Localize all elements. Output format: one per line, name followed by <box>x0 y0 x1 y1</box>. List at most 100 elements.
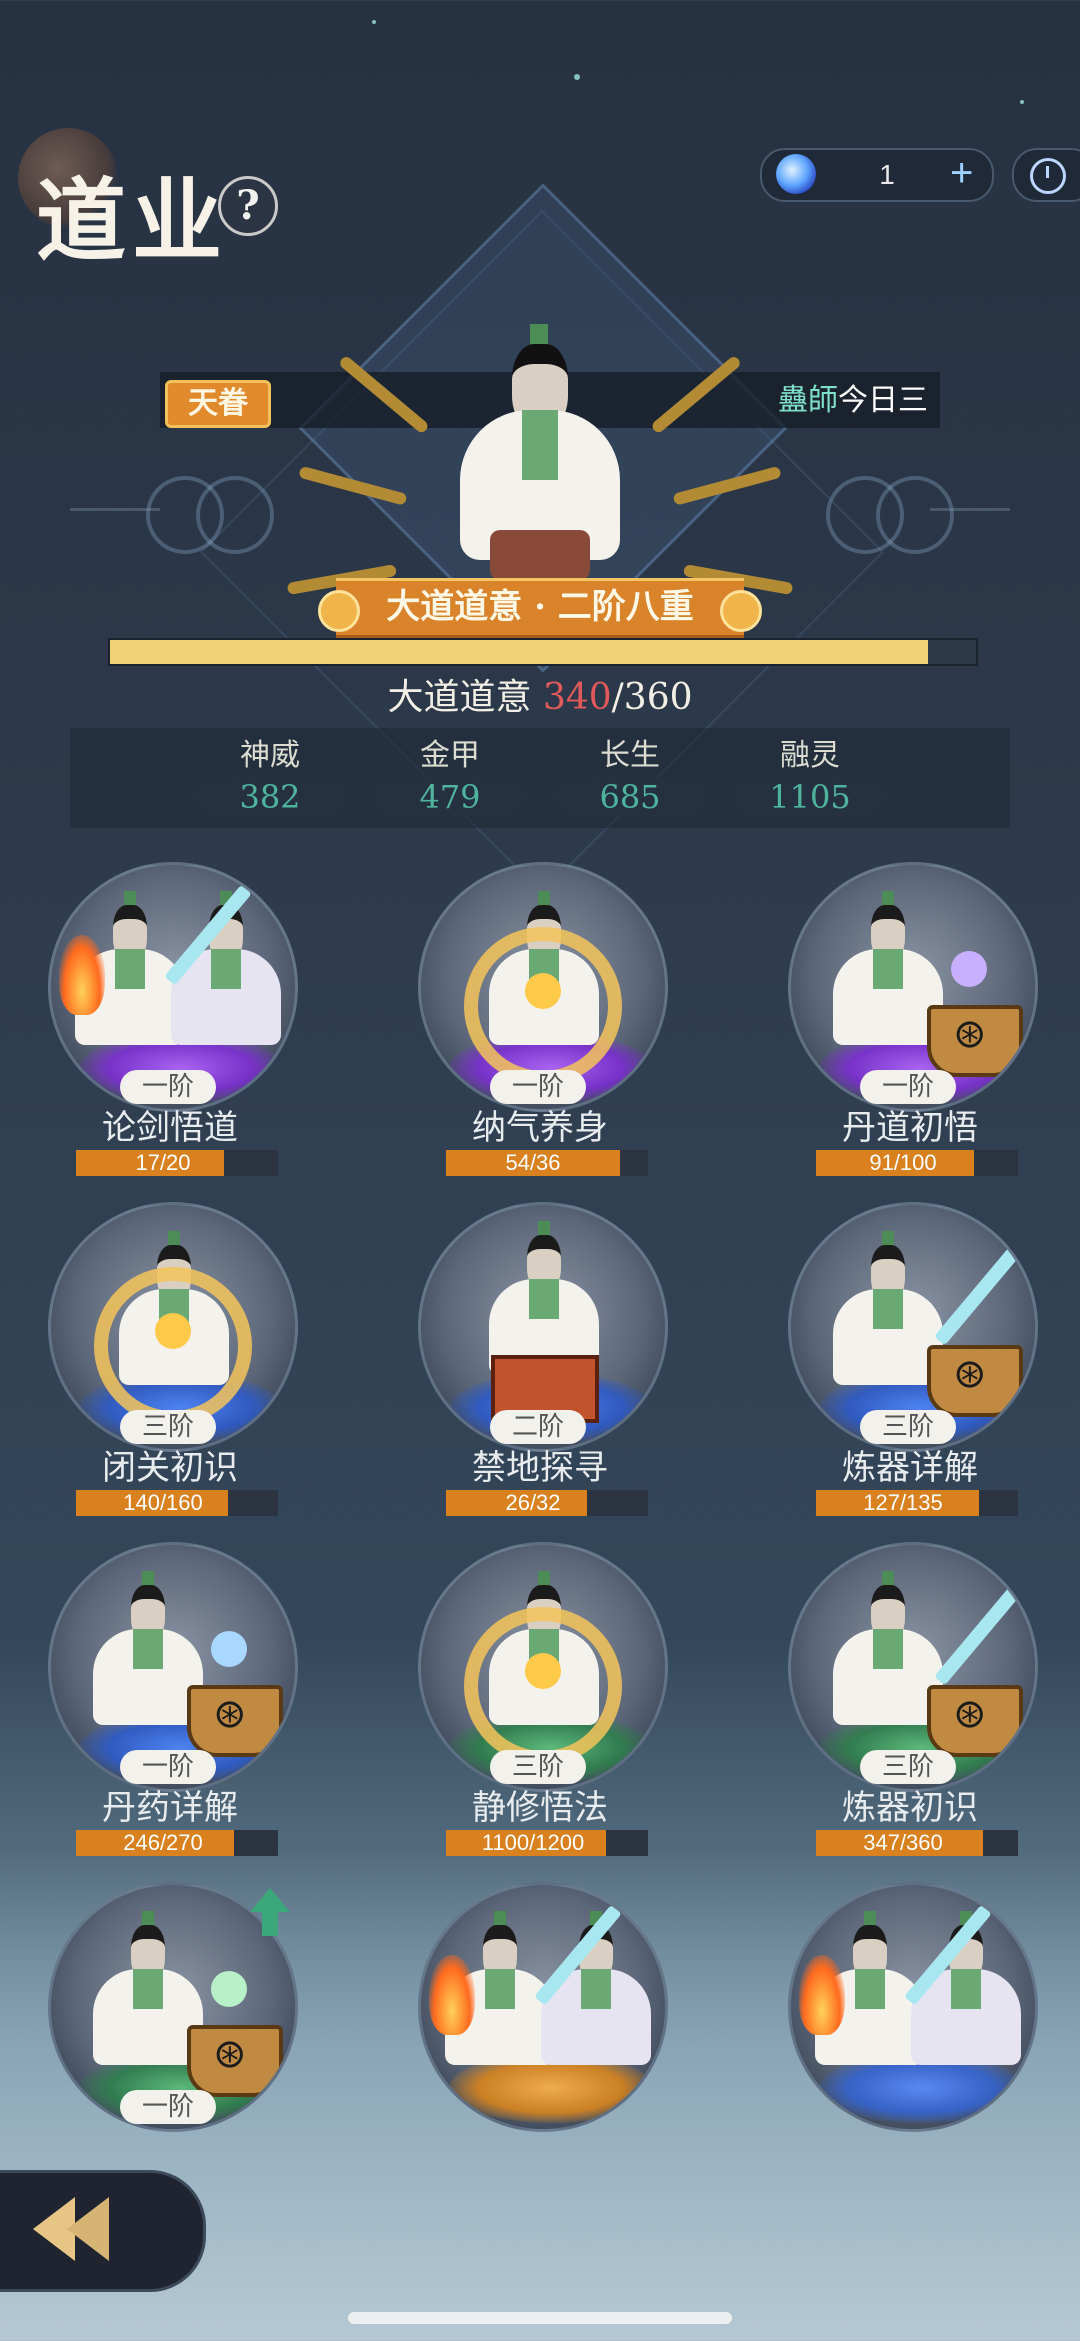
skill-progress-bar: 1100/1200 <box>446 1830 648 1856</box>
main-progress-separator: / <box>611 677 624 718</box>
skill-tier-badge: 二阶 <box>490 1410 586 1444</box>
back-button[interactable] <box>0 2170 206 2292</box>
stat-label: 融灵 <box>780 738 840 773</box>
skill-name: 闭关初识 <box>102 1448 238 1488</box>
clock-icon <box>1030 158 1066 194</box>
skill-progress-bar: 54/36 <box>446 1150 648 1176</box>
skill-progress-text: 127/135 <box>863 1490 943 1515</box>
page-title: 道业 <box>36 168 228 274</box>
skill-progress-text: 140/160 <box>123 1490 203 1515</box>
fire-icon <box>59 935 105 1015</box>
skill-name: 炼器初识 <box>842 1788 978 1828</box>
stat-rongling: 融灵 1105 <box>730 734 890 816</box>
skill-card[interactable] <box>410 1882 670 2182</box>
cauldron-icon <box>927 1345 1023 1417</box>
skill-portrait <box>788 1882 1038 2132</box>
skill-progress-text: 1100/1200 <box>481 1830 585 1855</box>
skill-progress-bar: 26/32 <box>446 1490 648 1516</box>
upgrade-arrow-icon <box>250 1888 290 1940</box>
stat-label: 神威 <box>240 738 300 773</box>
announcement-prefix: 蠱師 <box>778 383 838 418</box>
help-button[interactable]: ? <box>218 176 278 236</box>
elixir-orb-icon <box>211 1971 247 2007</box>
skill-name: 纳气养身 <box>472 1108 608 1148</box>
skill-progress-text: 246/270 <box>123 1830 203 1855</box>
cultivator-portrait <box>286 320 794 596</box>
skill-tier-badge: 一阶 <box>120 1070 216 1104</box>
stat-jinjia: 金甲 479 <box>370 734 530 816</box>
crescent-moon-icon <box>196 476 274 554</box>
main-progress-current: 340 <box>542 677 612 718</box>
elixir-orb-icon <box>951 951 987 987</box>
main-progress-fill <box>110 640 928 664</box>
skill-card[interactable] <box>780 1882 1040 2182</box>
skill-progress-bar: 17/20 <box>76 1150 278 1176</box>
spirit-gem-icon <box>776 154 816 194</box>
main-progress-label: 大道道意 <box>387 677 532 718</box>
skill-card[interactable]: 三阶 静修悟法 1100/1200 <box>410 1542 670 1856</box>
skill-progress-text: 54/36 <box>505 1150 561 1175</box>
qi-orb-icon <box>155 1313 191 1349</box>
main-progress-max: 360 <box>623 677 693 718</box>
skill-card[interactable]: 一阶丹药详解246/270 <box>40 1542 300 1856</box>
cauldron-icon <box>927 1005 1023 1077</box>
skill-name: 禁地探寻 <box>472 1448 608 1488</box>
currency-display: 1 + <box>760 148 994 202</box>
skill-tier-badge: 一阶 <box>120 2090 216 2124</box>
skill-name: 炼器详解 <box>842 1448 978 1488</box>
skill-name: 论剑悟道 <box>102 1108 238 1148</box>
crescent-moon-icon <box>876 476 954 554</box>
skill-progress-text: 17/20 <box>135 1150 191 1175</box>
sword-icon <box>934 1584 1022 1686</box>
back-arrow-icon <box>33 2197 143 2261</box>
skill-tier-badge: 三阶 <box>120 1410 216 1444</box>
skill-name: 丹药详解 <box>102 1788 238 1828</box>
main-progress-bar <box>108 638 978 666</box>
skill-card[interactable]: 三阶炼器初识347/360 <box>780 1542 1040 1856</box>
home-indicator[interactable] <box>348 2312 732 2324</box>
cauldron-icon <box>187 2025 283 2097</box>
skill-card[interactable]: 三阶炼器详解127/135 <box>780 1202 1040 1516</box>
skill-tier-badge: 三阶 <box>860 1410 956 1444</box>
cauldron-icon <box>927 1685 1023 1757</box>
skill-card[interactable]: 二阶禁地探寻 26/32 <box>410 1202 670 1516</box>
skill-card[interactable]: 三阶闭关初识 140/160 <box>40 1202 300 1516</box>
tianjuan-tag[interactable]: 天眷 <box>165 380 271 428</box>
star-decoration <box>372 20 376 24</box>
announcement-text: 蠱師今日三 <box>778 380 948 422</box>
skill-tier-badge: 一阶 <box>120 1750 216 1784</box>
skill-card[interactable]: 一阶纳气养身 54/36 <box>410 862 670 1176</box>
skill-name: 丹道初悟 <box>842 1108 978 1148</box>
stat-value: 382 <box>193 778 347 816</box>
announcement-body: 今日三 <box>838 383 928 418</box>
fire-icon <box>429 1955 475 2035</box>
currency-amount: 1 <box>879 159 895 190</box>
skill-card[interactable]: 一阶 <box>40 1882 300 2182</box>
stat-value: 479 <box>373 778 527 816</box>
skill-progress-bar: 127/135 <box>816 1490 1018 1516</box>
star-decoration <box>574 74 580 80</box>
stat-label: 长生 <box>600 738 660 773</box>
skill-progress-bar: 140/160 <box>76 1490 278 1516</box>
qi-orb-icon <box>525 973 561 1009</box>
skill-card[interactable]: 一阶论剑悟道 17/20 <box>40 862 300 1176</box>
star-decoration <box>1020 100 1024 104</box>
skill-tier-badge: 一阶 <box>860 1070 956 1104</box>
skill-progress-bar: 91/100 <box>816 1150 1018 1176</box>
stat-value: 1105 <box>733 778 887 816</box>
skill-progress-bar: 246/270 <box>76 1830 278 1856</box>
main-progress-text: 大道道意 340/360 <box>0 668 1080 720</box>
add-currency-button[interactable]: + <box>950 150 973 196</box>
qi-orb-icon <box>525 1653 561 1689</box>
sword-icon <box>934 1244 1022 1346</box>
skill-progress-bar: 347/360 <box>816 1830 1018 1856</box>
cauldron-icon <box>187 1685 283 1757</box>
line-decoration <box>930 508 1010 511</box>
stat-label: 金甲 <box>420 738 480 773</box>
history-button[interactable] <box>1012 148 1080 202</box>
rank-title-banner: 大道道意 · 二阶八重 <box>318 578 762 638</box>
skill-tier-badge: 三阶 <box>490 1750 586 1784</box>
skill-tier-badge: 一阶 <box>490 1070 586 1104</box>
skill-card[interactable]: 一阶丹道初悟91/100 <box>780 862 1040 1176</box>
elixir-orb-icon <box>211 1631 247 1667</box>
